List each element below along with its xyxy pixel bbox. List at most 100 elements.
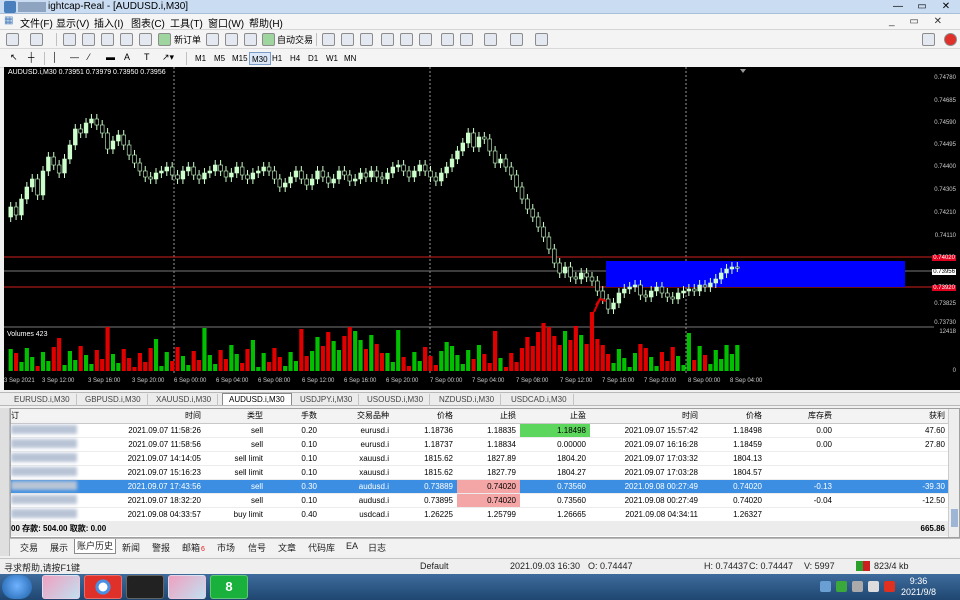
profiles-icon[interactable] (30, 33, 43, 46)
chart-doc-icon[interactable]: ▦ (4, 15, 13, 26)
tab-nzdusd[interactable]: NZDUSD.i,M30 (433, 394, 502, 406)
tab-mailbox[interactable]: 邮箱6 (180, 541, 207, 554)
auto-trading-button[interactable]: 自动交易 (277, 33, 313, 46)
tab-usdcad[interactable]: USDCAD.i,M30 (505, 394, 574, 406)
tab-account-history[interactable]: 账户历史 (74, 539, 117, 554)
mdi-controls[interactable]: _ ▭ ✕ (889, 16, 948, 27)
tab-usdjpy[interactable]: USDJPY.i,M30 (294, 394, 360, 406)
tab-journal[interactable]: 日志 (366, 541, 388, 554)
channel-icon[interactable]: ▬ (106, 52, 115, 62)
history-header-cell[interactable]: 价格 (702, 409, 766, 424)
menu-tools[interactable]: 工具(T) (170, 15, 203, 30)
history-header-cell[interactable]: 类型 (205, 409, 267, 424)
chart-canvas[interactable] (4, 67, 960, 390)
trendline-icon[interactable]: ⁄ (88, 52, 90, 62)
minimize-button[interactable]: — (890, 0, 906, 13)
zoom-out-icon[interactable] (400, 33, 413, 46)
text-icon[interactable]: A (124, 52, 130, 62)
history-row[interactable]: 2021.09.07 17:43:56 sell 0.30 audusd.i 0.738… (11, 479, 949, 494)
price-chart[interactable]: AUDUSD.i,M30 0.73951 0.73979 0.73950 0.7… (4, 67, 960, 390)
tab-alerts[interactable]: 警报 (150, 541, 172, 554)
menu-window[interactable]: 窗口(W) (208, 15, 244, 30)
tray-wechat-icon[interactable] (836, 581, 847, 592)
editor-icon[interactable] (206, 33, 219, 46)
indicators-icon[interactable] (484, 33, 497, 46)
tf-m1[interactable]: M1 (193, 52, 208, 65)
terminal-icon[interactable] (120, 33, 133, 46)
history-header-cell[interactable]: 获利 (836, 409, 949, 424)
history-header-cell[interactable]: 价格 (393, 409, 457, 424)
history-row[interactable]: 2021.09.07 11:58:56 sell 0.10 eurusd.i 1.187… (11, 437, 949, 452)
tab-experts[interactable]: EA (344, 541, 360, 551)
label-icon[interactable]: T (144, 52, 150, 62)
cursor-icon[interactable]: ↖ (10, 52, 18, 63)
search-icon[interactable] (922, 33, 935, 46)
navigator-icon[interactable] (101, 33, 114, 46)
auto-scroll-icon[interactable] (441, 33, 454, 46)
tab-market[interactable]: 市场 (215, 541, 237, 554)
history-row[interactable]: 2021.09.07 18:32:20 sell 0.10 audusd.i 0.738… (11, 493, 949, 508)
taskbar-app-terminal[interactable] (168, 575, 206, 599)
menu-file[interactable]: 文件(F) (20, 15, 53, 30)
tab-xauusd[interactable]: XAUUSD.i,M30 (150, 394, 219, 406)
crosshair-icon[interactable]: ┼ (28, 52, 34, 62)
taskbar-mt-app[interactable] (126, 575, 164, 599)
history-row[interactable]: 2021.09.07 15:16:23 sell limit 0.10 xauusd.… (11, 465, 949, 480)
bar-chart-icon[interactable] (322, 33, 335, 46)
tf-h4[interactable]: H4 (288, 52, 302, 65)
tf-d1[interactable]: D1 (306, 52, 320, 65)
tray-network-icon[interactable] (852, 581, 863, 592)
tab-gbpusd[interactable]: GBPUSD.i,M30 (79, 394, 148, 406)
history-row[interactable]: 2021.09.07 14:14:05 sell limit 0.10 xauusd.… (11, 451, 949, 466)
history-header-cell[interactable]: 时间 (590, 409, 702, 424)
tab-exposure[interactable]: 展示 (48, 541, 70, 554)
tab-news[interactable]: 新闻 (120, 541, 142, 554)
menu-insert[interactable]: 插入(I) (94, 15, 123, 30)
new-order-button[interactable]: 新订单 (174, 33, 201, 46)
notification-icon[interactable] (944, 33, 957, 46)
line-chart-icon[interactable] (360, 33, 373, 46)
history-header-cell[interactable]: 库存费 (766, 409, 836, 424)
vertical-scrollbar[interactable] (948, 409, 959, 537)
tray-icon-5[interactable] (884, 581, 895, 592)
tab-codebase[interactable]: 代码库 (306, 541, 337, 554)
taskbar-app-tradingcap[interactable] (42, 575, 80, 599)
tab-signals[interactable]: 信号 (246, 541, 268, 554)
tf-w1[interactable]: W1 (324, 52, 340, 65)
tile-windows-icon[interactable] (419, 33, 432, 46)
start-button[interactable] (2, 575, 32, 599)
history-row[interactable]: 2021.09.08 04:33:57 buy limit 0.40 usdcad.i… (11, 507, 949, 522)
close-button[interactable]: ✕ (938, 0, 954, 13)
history-header-cell[interactable]: 交易品种 (321, 409, 393, 424)
tab-trade[interactable]: 交易 (18, 541, 40, 554)
history-row[interactable]: 2021.09.07 11:58:26 sell 0.20 eurusd.i 1.187… (11, 423, 949, 438)
history-header-cell[interactable]: 时间 (93, 409, 205, 424)
tf-h1[interactable]: H1 (270, 52, 284, 65)
tab-eurusd[interactable]: EURUSD.i,M30 (8, 394, 77, 406)
history-header-cell[interactable]: 订 (11, 409, 93, 424)
horizontal-line-icon[interactable]: — (70, 52, 79, 62)
tab-usousd[interactable]: USOUSD.i,M30 (361, 394, 431, 406)
new-chart-icon[interactable] (6, 33, 19, 46)
tf-m5[interactable]: M5 (212, 52, 227, 65)
taskbar-chrome[interactable] (84, 575, 122, 599)
tray-icon-1[interactable] (820, 581, 831, 592)
taskbar-clock[interactable]: 9:36 2021/9/8 (901, 576, 936, 598)
tab-articles[interactable]: 文章 (276, 541, 298, 554)
tf-mn[interactable]: MN (342, 52, 358, 65)
data-window-icon[interactable] (82, 33, 95, 46)
history-icon[interactable] (244, 33, 257, 46)
history-header-cell[interactable]: 止盈 (520, 409, 590, 424)
tab-audusd[interactable]: AUDUSD.i,M30 (222, 393, 292, 405)
tf-m15[interactable]: M15 (230, 52, 250, 65)
zoom-in-icon[interactable] (381, 33, 394, 46)
arrows-icon[interactable]: ↗▾ (162, 52, 174, 63)
candlestick-icon[interactable] (341, 33, 354, 46)
menu-help[interactable]: 帮助(H) (249, 15, 283, 30)
menu-view[interactable]: 显示(V) (56, 15, 89, 30)
strategy-tester-icon[interactable] (139, 33, 152, 46)
periodicity-icon[interactable] (510, 33, 523, 46)
community-icon[interactable] (225, 33, 238, 46)
tray-volume-icon[interactable] (868, 581, 879, 592)
history-header-cell[interactable]: 手数 (267, 409, 321, 424)
